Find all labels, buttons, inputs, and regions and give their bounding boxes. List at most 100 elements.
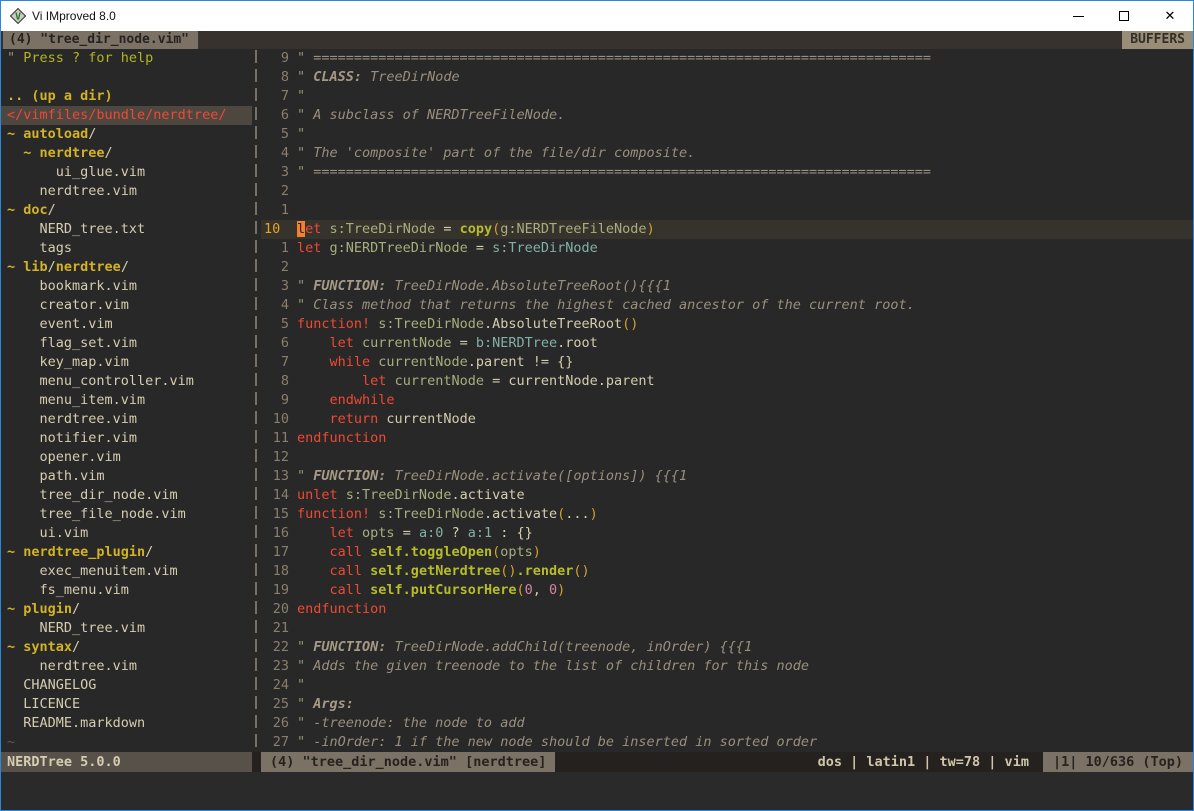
tree-item[interactable]: ~ doc/ bbox=[1, 201, 252, 220]
code-line[interactable]: 21 bbox=[261, 619, 1193, 638]
code-token: currentNode bbox=[378, 354, 467, 370]
minimize-button[interactable] bbox=[1055, 1, 1101, 31]
code-line[interactable]: 4" The 'composite' part of the file/dir … bbox=[261, 144, 1193, 163]
tree-item[interactable]: ~ bbox=[1, 733, 252, 752]
tree-item[interactable]: ~ nerdtree_plugin/ bbox=[1, 543, 252, 562]
code-line[interactable]: 11endfunction bbox=[261, 429, 1193, 448]
tree-item[interactable]: ~ autoload/ bbox=[1, 125, 252, 144]
code-line[interactable]: 5" bbox=[261, 125, 1193, 144]
tree-item[interactable]: opener.vim bbox=[1, 448, 252, 467]
tab-tree-dir-node[interactable]: (4) "tree_dir_node.vim" bbox=[3, 31, 198, 49]
code-token: " ======================================… bbox=[297, 164, 931, 180]
tree-item[interactable]: nerdtree.vim bbox=[1, 410, 252, 429]
tree-item[interactable]: ~ syntax/ bbox=[1, 638, 252, 657]
code-line[interactable]: 6 let currentNode = b:NERDTree.root bbox=[261, 334, 1193, 353]
code-token: ) bbox=[590, 506, 598, 522]
line-number: 3 bbox=[261, 277, 291, 296]
tree-item[interactable]: NERD_tree.txt bbox=[1, 220, 252, 239]
code-line[interactable]: 3" FUNCTION: TreeDirNode.AbsoluteTreeRoo… bbox=[261, 277, 1193, 296]
tree-item[interactable]: " Press ? for help bbox=[1, 49, 252, 68]
tree-item[interactable]: tags bbox=[1, 239, 252, 258]
tree-item[interactable]: CHANGELOG bbox=[1, 676, 252, 695]
code-line[interactable]: 9 endwhile bbox=[261, 391, 1193, 410]
code-line[interactable]: 13" FUNCTION: TreeDirNode.activate([opti… bbox=[261, 467, 1193, 486]
code-line[interactable]: 2 bbox=[261, 258, 1193, 277]
code-line[interactable]: 15function! s:TreeDirNode.activate(...) bbox=[261, 505, 1193, 524]
line-number: 12 bbox=[261, 448, 291, 467]
code-line[interactable]: 22" FUNCTION: TreeDirNode.addChild(treen… bbox=[261, 638, 1193, 657]
code-token: " bbox=[297, 69, 313, 85]
code-line[interactable]: 17 call self.toggleOpen(opts) bbox=[261, 543, 1193, 562]
code-line[interactable]: 27" -inOrder: 1 if the new node should b… bbox=[261, 733, 1193, 752]
tree-item[interactable]: NERD_tree.vim bbox=[1, 619, 252, 638]
code-line[interactable]: 6" A subclass of NERDTreeFileNode. bbox=[261, 106, 1193, 125]
code-line[interactable]: 4" Class method that returns the highest… bbox=[261, 296, 1193, 315]
tree-item[interactable]: ~ plugin/ bbox=[1, 600, 252, 619]
tree-item[interactable]: exec_menuitem.vim bbox=[1, 562, 252, 581]
code-line[interactable]: 18 call self.getNerdtree().render() bbox=[261, 562, 1193, 581]
code-token: opener.vim bbox=[7, 449, 121, 465]
code-token: ~ plugin bbox=[7, 601, 72, 617]
code-text bbox=[291, 182, 297, 201]
code-line[interactable]: 24" bbox=[261, 676, 1193, 695]
command-line[interactable] bbox=[1, 772, 1193, 810]
code-line[interactable]: 25" Args: bbox=[261, 695, 1193, 714]
nerdtree-panel[interactable]: " Press ? for help .. (up a dir)</vimfile… bbox=[1, 49, 252, 752]
tree-item[interactable]: path.vim bbox=[1, 467, 252, 486]
tree-item[interactable]: bookmark.vim bbox=[1, 277, 252, 296]
code-token: ui_glue.vim bbox=[7, 164, 145, 180]
code-line-current[interactable]: 10let s:TreeDirNode = copy(g:NERDTreeFil… bbox=[261, 220, 1193, 239]
tree-item[interactable]: menu_controller.vim bbox=[1, 372, 252, 391]
code-line[interactable]: 14unlet s:TreeDirNode.activate bbox=[261, 486, 1193, 505]
tree-item[interactable]: fs_menu.vim bbox=[1, 581, 252, 600]
code-token: ~ bbox=[7, 734, 15, 750]
code-line[interactable]: 26" -treenode: the node to add bbox=[261, 714, 1193, 733]
code-token: " bbox=[297, 88, 305, 104]
maximize-button[interactable] bbox=[1101, 1, 1147, 31]
tree-item[interactable]: ~ nerdtree/ bbox=[1, 144, 252, 163]
tree-item[interactable]: flag_set.vim bbox=[1, 334, 252, 353]
code-line[interactable]: 1 bbox=[261, 201, 1193, 220]
code-line[interactable]: 9" =====================================… bbox=[261, 49, 1193, 68]
tree-item[interactable]: tree_dir_node.vim bbox=[1, 486, 252, 505]
tree-item[interactable]: ui.vim bbox=[1, 524, 252, 543]
buffers-label[interactable]: BUFFERS bbox=[1122, 31, 1193, 49]
code-panel[interactable]: 9" =====================================… bbox=[261, 49, 1193, 752]
code-line[interactable]: 23" Adds the given treenode to the list … bbox=[261, 657, 1193, 676]
tree-item[interactable]: LICENCE bbox=[1, 695, 252, 714]
tree-item[interactable]: nerdtree.vim bbox=[1, 182, 252, 201]
code-line[interactable]: 20endfunction bbox=[261, 600, 1193, 619]
code-token: .parent != {} bbox=[468, 354, 574, 370]
tree-item[interactable]: README.markdown bbox=[1, 714, 252, 733]
tree-item[interactable]: nerdtree.vim bbox=[1, 657, 252, 676]
code-line[interactable]: 8 let currentNode = currentNode.parent bbox=[261, 372, 1193, 391]
tree-item[interactable]: event.vim bbox=[1, 315, 252, 334]
code-line[interactable]: 7" bbox=[261, 87, 1193, 106]
code-token: ) bbox=[647, 221, 655, 237]
tree-item[interactable]: menu_item.vim bbox=[1, 391, 252, 410]
code-line[interactable]: 7 while currentNode.parent != {} bbox=[261, 353, 1193, 372]
tree-item[interactable]: creator.vim bbox=[1, 296, 252, 315]
close-button[interactable]: ✕ bbox=[1147, 1, 1193, 31]
code-line[interactable]: 8" CLASS: TreeDirNode bbox=[261, 68, 1193, 87]
line-number: 24 bbox=[261, 676, 291, 695]
tree-item[interactable]: .. (up a dir) bbox=[1, 87, 252, 106]
tree-item[interactable]: </vimfiles/bundle/nerdtree/ bbox=[1, 106, 252, 125]
code-line[interactable]: 5function! s:TreeDirNode.AbsoluteTreeRoo… bbox=[261, 315, 1193, 334]
tree-item[interactable]: ~ lib/nerdtree/ bbox=[1, 258, 252, 277]
window-separator[interactable] bbox=[252, 49, 261, 752]
code-text: " A subclass of NERDTreeFileNode. bbox=[291, 106, 565, 125]
tree-item[interactable]: notifier.vim bbox=[1, 429, 252, 448]
tree-item[interactable] bbox=[1, 68, 252, 87]
code-line[interactable]: 1let g:NERDTreeDirNode = s:TreeDirNode bbox=[261, 239, 1193, 258]
tree-item[interactable]: tree_file_node.vim bbox=[1, 505, 252, 524]
tree-item[interactable]: key_map.vim bbox=[1, 353, 252, 372]
code-line[interactable]: 3" =====================================… bbox=[261, 163, 1193, 182]
code-line[interactable]: 19 call self.putCursorHere(0, 0) bbox=[261, 581, 1193, 600]
code-line[interactable]: 2 bbox=[261, 182, 1193, 201]
code-token bbox=[338, 487, 346, 503]
code-line[interactable]: 10 return currentNode bbox=[261, 410, 1193, 429]
code-line[interactable]: 12 bbox=[261, 448, 1193, 467]
tree-item[interactable]: ui_glue.vim bbox=[1, 163, 252, 182]
code-line[interactable]: 16 let opts = a:0 ? a:1 : {} bbox=[261, 524, 1193, 543]
